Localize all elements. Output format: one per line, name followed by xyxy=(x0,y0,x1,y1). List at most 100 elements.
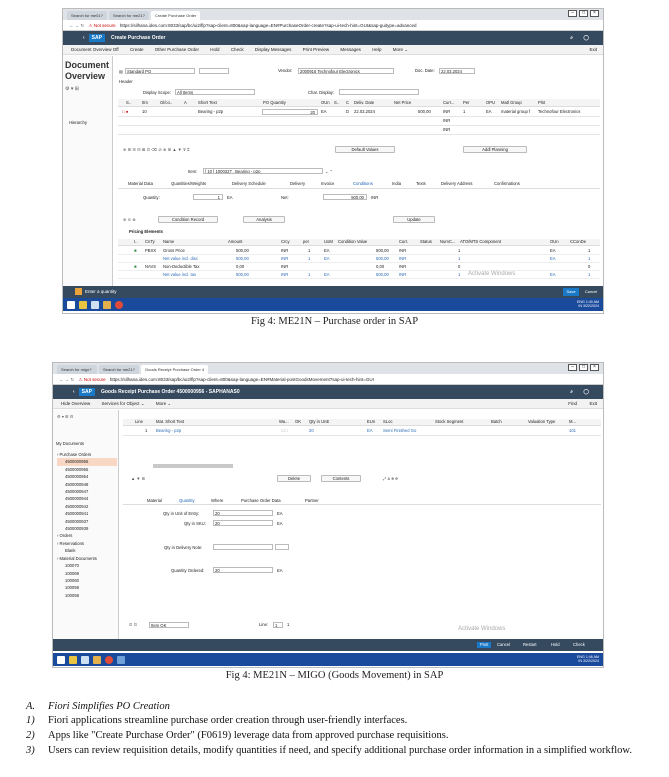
tab-po-data[interactable]: Purchase Order Data xyxy=(241,498,281,504)
tab-confirmations[interactable]: Confirmations xyxy=(494,181,520,187)
toolbar-item[interactable]: Document Overview Off xyxy=(71,47,119,52)
back-icon[interactable]: ‹ xyxy=(73,389,75,395)
browser-tab[interactable]: Search for me01? xyxy=(67,11,107,20)
user-icon[interactable]: ◯ xyxy=(583,385,589,399)
table-toolbar-icons[interactable]: ⊕ ⊞ ☰ ⊟ ⊠ ⊡ ⌫ ⊘ ⊗ ⊞ ▲ ▼ ⊽ ⌗ xyxy=(123,147,190,153)
nav-icons[interactable]: ← → ↻ xyxy=(69,23,84,28)
exit-button[interactable]: Exit xyxy=(589,45,597,54)
tree-item[interactable]: 4500000942 xyxy=(57,503,117,510)
nav-icons[interactable]: ← → ↻ xyxy=(59,377,74,382)
condition-record-button[interactable]: Condition Record xyxy=(158,216,218,223)
pricing-row[interactable]: ■ PBXX Gross Price 500,00 INR 1 EA 500,00 INR 1 EA… xyxy=(118,247,600,255)
url-text[interactable]: https://silhana.ides.com:8033/sap/bc/ui2… xyxy=(120,23,417,28)
search-icon[interactable]: ⌕ xyxy=(570,385,573,399)
tab-conditions[interactable]: Conditions xyxy=(353,181,373,187)
quantity-field[interactable]: 1 xyxy=(193,194,223,200)
h-scrollbar[interactable] xyxy=(153,464,233,468)
tab-india[interactable]: India xyxy=(392,181,401,187)
default-values-button[interactable]: Default Values xyxy=(335,146,395,153)
toolbar-item[interactable]: Help xyxy=(372,47,381,52)
restart-button[interactable]: Restart xyxy=(523,642,537,648)
pricing-icons[interactable]: ⊕ ⊖ ⊗ xyxy=(123,217,136,223)
save-button[interactable]: Save xyxy=(563,288,579,296)
line-toolbar-icons[interactable]: ▲ ▼ ⊞ xyxy=(131,476,145,482)
url-text[interactable]: https://silhana.ides.com:8033/sap/bc/ui2… xyxy=(110,377,374,382)
item-ok-checkbox[interactable]: Item OK xyxy=(149,622,189,628)
item-select[interactable]: [ 10 ] 1000327 , Bearing - p2p xyxy=(203,168,323,174)
contents-button[interactable]: Contents xyxy=(321,475,361,482)
item-row-empty[interactable]: INR xyxy=(118,117,600,126)
overview-icons[interactable]: ⚙ ▾ ⊞ xyxy=(65,86,112,92)
tree-item[interactable]: 4500000947 xyxy=(57,488,117,495)
toolbar-item[interactable]: Check xyxy=(231,47,244,52)
update-button[interactable]: Update xyxy=(393,216,435,223)
pricing-row[interactable]: ■ Net value incl. tax 500,00 INR 1 EA 500,00 IN… xyxy=(118,271,600,279)
browser-tab[interactable]: Search for migo? xyxy=(57,365,97,374)
app-icon[interactable] xyxy=(103,300,111,309)
chrome-icon[interactable] xyxy=(105,655,113,664)
toolbar-item[interactable]: Create xyxy=(130,47,144,52)
checkbox-icons[interactable]: □ □ xyxy=(281,428,287,434)
post-button[interactable]: Post xyxy=(477,642,492,648)
tab-material-data[interactable]: Material Data xyxy=(128,181,153,187)
toolbar-item[interactable]: More ⌄ xyxy=(156,401,171,406)
check-button[interactable]: Check xyxy=(573,642,585,648)
line-field[interactable]: 1 xyxy=(273,622,283,628)
windows-start-icon[interactable] xyxy=(57,655,65,664)
item-nav-icons[interactable]: ⌄ ⌃ xyxy=(325,169,333,175)
toolbar-item[interactable]: Print Preview xyxy=(303,47,330,52)
tree-item[interactable]: 100059 xyxy=(57,584,117,591)
tab-quantity[interactable]: Quantity xyxy=(179,498,195,504)
exit-button[interactable]: Exit xyxy=(589,399,597,408)
net-field[interactable]: 500,00 xyxy=(323,194,367,200)
toolbar-item[interactable]: Hold xyxy=(210,47,219,52)
po-type-select[interactable]: Standard PO xyxy=(125,68,195,74)
toolbar-item[interactable]: More ⌄ xyxy=(393,47,408,52)
tree-item[interactable]: 100070 xyxy=(57,562,117,569)
tab-partner[interactable]: Partner xyxy=(305,498,319,504)
close-icon[interactable]: × xyxy=(590,10,599,17)
address-bar[interactable]: ← → ↻ ⚠ Not secure https://silhana.ides.… xyxy=(53,374,603,385)
cancel-button[interactable]: Cancel xyxy=(497,642,510,648)
hierarchy-label[interactable]: Hierarchy xyxy=(69,120,87,126)
line-row[interactable]: 1 Bearing - p2p □ □ 20 EA Semi Finished … xyxy=(123,427,601,436)
extra-icons[interactable]: ⤢ ⊗ ⊕ ⊖ xyxy=(383,476,398,482)
qty-note-unit-field[interactable] xyxy=(275,544,289,550)
tree-item[interactable]: 4500000944 xyxy=(57,495,117,502)
maximize-icon[interactable]: □ xyxy=(579,10,588,17)
app-icon[interactable] xyxy=(93,655,101,664)
tree-item[interactable]: 4500000954 xyxy=(57,473,117,480)
app-icon[interactable] xyxy=(117,655,125,664)
char-display-select[interactable] xyxy=(339,89,419,95)
maximize-icon[interactable]: □ xyxy=(579,364,588,371)
minimize-icon[interactable]: – xyxy=(568,10,577,17)
tree-item[interactable]: 4500000939 xyxy=(57,525,117,532)
po-number-field[interactable] xyxy=(199,68,229,74)
browser-tab[interactable]: Search for me21? xyxy=(99,365,139,374)
tab-where[interactable]: Where xyxy=(211,498,223,504)
cancel-button[interactable]: Cancel xyxy=(583,288,599,296)
search-icon[interactable]: ⌕ xyxy=(570,31,573,45)
tree-item[interactable]: 100058 xyxy=(57,592,117,599)
tree-item[interactable]: 4500000941 xyxy=(57,510,117,517)
browser-tab[interactable]: Goods Receipt Purchase Order 4 xyxy=(141,365,209,374)
chrome-icon[interactable] xyxy=(115,300,123,309)
find-button[interactable]: Find xyxy=(568,399,577,408)
tree-item[interactable]: 4500000955 xyxy=(57,466,117,473)
addl-planning-button[interactable]: Addl Planning xyxy=(463,146,527,153)
refresh-icons[interactable]: ⊡ ⊡ xyxy=(129,622,137,628)
browser-tab[interactable]: Search for me21? xyxy=(109,11,149,20)
vendor-field[interactable]: 2000916 Technofour Electronics xyxy=(298,68,394,74)
tab-texts[interactable]: Texts xyxy=(416,181,426,187)
tab-delivery[interactable]: Delivery xyxy=(290,181,305,187)
qty-note-field[interactable] xyxy=(213,544,273,550)
file-explorer-icon[interactable] xyxy=(79,300,87,309)
cell-po-quantity[interactable]: 20 xyxy=(262,109,318,115)
tree-item[interactable]: 4500000956 xyxy=(57,458,117,466)
pricing-row[interactable]: ■ Net value incl. disc 500,00 INR 1 EA 500,00 I… xyxy=(118,255,600,263)
tree-item[interactable]: 4500000948 xyxy=(57,481,117,488)
back-icon[interactable]: ‹ xyxy=(83,35,85,41)
tab-quantities[interactable]: Quantities/Weights xyxy=(171,181,206,187)
tree-item[interactable]: › Purchase Orders xyxy=(57,451,117,458)
minimize-icon[interactable]: – xyxy=(568,364,577,371)
